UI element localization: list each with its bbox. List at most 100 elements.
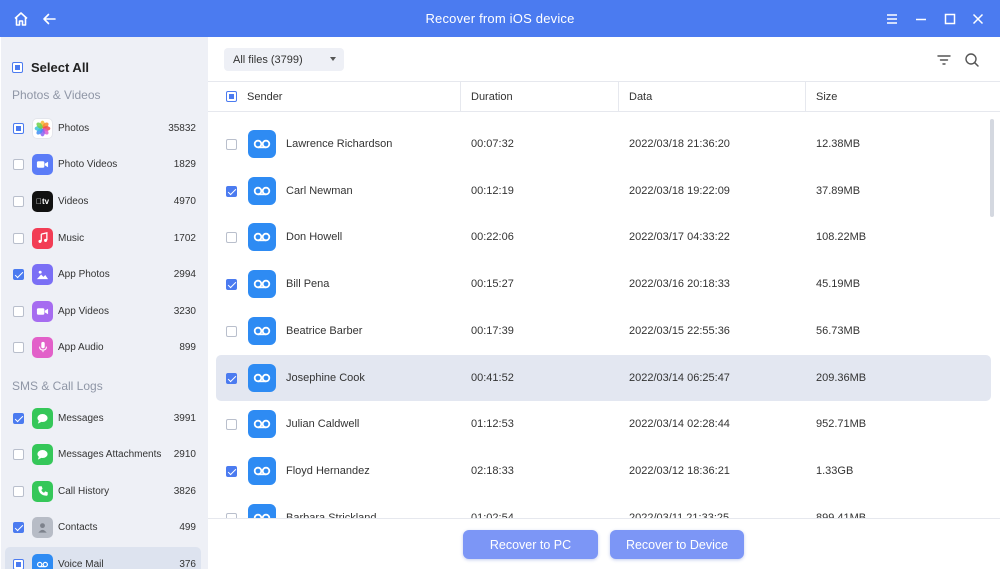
table-header: Sender Duration Data Size	[208, 81, 1000, 112]
sidebar-item-voice-mail[interactable]: Voice Mail 376	[5, 547, 201, 569]
table-row[interactable]: Carl Newman 00:12:19 2022/03/18 19:22:09 37…	[216, 168, 991, 214]
sidebar-item-count: 1829	[173, 158, 196, 170]
photos-icon	[32, 117, 53, 139]
table-row[interactable]: Beatrice Barber 00:17:39 2022/03/15 22:55:…	[216, 308, 991, 354]
filter-icon[interactable]	[935, 51, 953, 69]
voicemail-icon	[248, 503, 276, 518]
chevron-down-icon	[330, 57, 336, 61]
sidebar-item-checkbox[interactable]	[13, 448, 24, 460]
sender-cell: Beatrice Barber	[286, 324, 363, 337]
duration-cell: 00:12:19	[471, 184, 514, 197]
contacts-icon	[32, 516, 53, 538]
sidebar-item-checkbox[interactable]	[13, 122, 24, 134]
sidebar-item-checkbox[interactable]	[13, 558, 24, 569]
row-checkbox[interactable]	[226, 139, 237, 150]
app-videos-icon	[32, 300, 53, 322]
recover-to-pc-button[interactable]: Recover to PC	[463, 530, 598, 559]
select-all-row[interactable]: Select All	[12, 59, 89, 75]
minimize-icon[interactable]	[908, 6, 933, 31]
app-photos-icon	[32, 263, 53, 285]
table-row[interactable]: Julian Caldwell 01:12:53 2022/03/14 02:28:…	[216, 401, 991, 447]
row-checkbox[interactable]	[226, 232, 237, 244]
sidebar-item-checkbox[interactable]	[13, 485, 24, 497]
apple-tv-icon: tv	[32, 190, 53, 212]
section-title-photos-videos: Photos & Videos	[12, 88, 101, 102]
table-row[interactable]: Bill Pena 00:15:27 2022/03/16 20:18:33 45.1…	[216, 261, 991, 307]
sidebar-item-messages-attachments[interactable]: Messages Attachments 2910	[5, 437, 201, 471]
sender-cell: Lawrence Richardson	[286, 138, 393, 150]
size-cell: 899.41MB	[816, 511, 867, 518]
sender-cell: Julian Caldwell	[286, 418, 360, 431]
row-checkbox[interactable]	[226, 419, 237, 431]
sidebar-item-checkbox[interactable]	[13, 412, 24, 424]
file-filter-dropdown[interactable]: All files (3799)	[224, 48, 344, 71]
window-title: Recover from iOS device	[425, 11, 575, 26]
sidebar-item-photos[interactable]: Photos 35832	[5, 111, 201, 145]
duration-cell: 01:12:53	[471, 418, 514, 431]
main-panel: All files (3799) Sender Duration Data Si…	[208, 37, 1000, 569]
date-cell: 2022/03/11 21:33:25	[629, 511, 730, 518]
duration-cell: 00:15:27	[471, 278, 514, 291]
sidebar-item-count: 499	[179, 521, 196, 533]
row-checkbox[interactable]	[226, 279, 237, 291]
sidebar-item-app-audio[interactable]: App Audio 899	[5, 330, 201, 364]
header-select-checkbox[interactable]	[226, 91, 237, 102]
select-all-checkbox[interactable]	[12, 61, 23, 73]
sidebar-item-checkbox[interactable]	[13, 521, 24, 533]
scrollbar[interactable]	[990, 119, 994, 217]
select-all-label: Select All	[31, 59, 90, 75]
voicemail-icon	[248, 363, 276, 392]
sidebar-item-music[interactable]: Music 1702	[5, 221, 201, 255]
sidebar-item-checkbox[interactable]	[13, 158, 24, 170]
sidebar-item-label: Contacts	[58, 521, 98, 533]
sidebar-item-label: App Photos	[58, 268, 110, 280]
sidebar-item-checkbox[interactable]	[13, 232, 24, 244]
sidebar-item-app-photos[interactable]: App Photos 2994	[5, 257, 201, 291]
column-divider[interactable]	[805, 82, 806, 112]
date-cell: 2022/03/18 19:22:09	[629, 184, 730, 197]
size-cell: 108.22MB	[816, 231, 867, 244]
maximize-icon[interactable]	[937, 6, 962, 31]
message-attachments-icon	[32, 443, 53, 465]
sidebar-item-checkbox[interactable]	[13, 268, 24, 280]
sidebar-item-count: 376	[179, 558, 196, 569]
sidebar-item-photo-videos[interactable]: Photo Videos 1829	[5, 147, 201, 181]
recover-to-device-button[interactable]: Recover to Device	[610, 530, 744, 559]
sidebar-item-videos[interactable]: tv Videos 4970	[5, 184, 201, 218]
row-checkbox[interactable]	[226, 465, 237, 477]
sidebar-item-checkbox[interactable]	[13, 195, 24, 207]
table-row[interactable]: Don Howell 00:22:06 2022/03/17 04:33:22 108…	[216, 214, 991, 260]
date-cell: 2022/03/17 04:33:22	[629, 231, 730, 244]
size-cell: 952.71MB	[816, 418, 867, 431]
size-cell: 1.33GB	[816, 464, 854, 477]
column-header-duration[interactable]: Duration	[471, 82, 513, 112]
sidebar-item-checkbox[interactable]	[13, 305, 24, 317]
duration-cell: 02:18:33	[471, 464, 514, 477]
column-divider[interactable]	[460, 82, 461, 112]
column-header-sender[interactable]: Sender	[247, 82, 282, 112]
column-header-size[interactable]: Size	[816, 82, 837, 112]
date-cell: 2022/03/16 20:18:33	[629, 278, 730, 291]
table-row[interactable]: Josephine Cook 00:41:52 2022/03/14 06:25:4…	[216, 354, 991, 401]
table-row[interactable]: Floyd Hernandez 02:18:33 2022/03/12 18:36:…	[216, 448, 991, 494]
size-cell: 209.36MB	[816, 371, 867, 384]
search-icon[interactable]	[963, 51, 981, 69]
sidebar-item-label: Music	[58, 232, 85, 244]
date-cell: 2022/03/14 02:28:44	[629, 418, 730, 431]
row-checkbox[interactable]	[226, 372, 237, 384]
row-checkbox[interactable]	[226, 185, 237, 197]
app-audio-icon	[32, 336, 53, 358]
sidebar-item-messages[interactable]: Messages 3991	[5, 401, 201, 435]
menu-icon[interactable]	[879, 6, 904, 31]
table-row[interactable]: Lawrence Richardson 00:07:32 2022/03/18 21…	[216, 121, 991, 167]
close-icon[interactable]	[965, 6, 990, 31]
sidebar-item-app-videos[interactable]: App Videos 3230	[5, 294, 201, 328]
sidebar-item-call-history[interactable]: Call History 3826	[5, 474, 201, 508]
table-row[interactable]: Barbara Strickland 01:02:54 2022/03/11 21:…	[216, 495, 991, 518]
column-divider[interactable]	[618, 82, 619, 112]
sidebar-item-checkbox[interactable]	[13, 341, 24, 353]
sidebar-item-count: 899	[179, 341, 196, 353]
column-header-data[interactable]: Data	[629, 82, 652, 112]
row-checkbox[interactable]	[226, 325, 237, 337]
sidebar-item-contacts[interactable]: Contacts 499	[5, 510, 201, 544]
